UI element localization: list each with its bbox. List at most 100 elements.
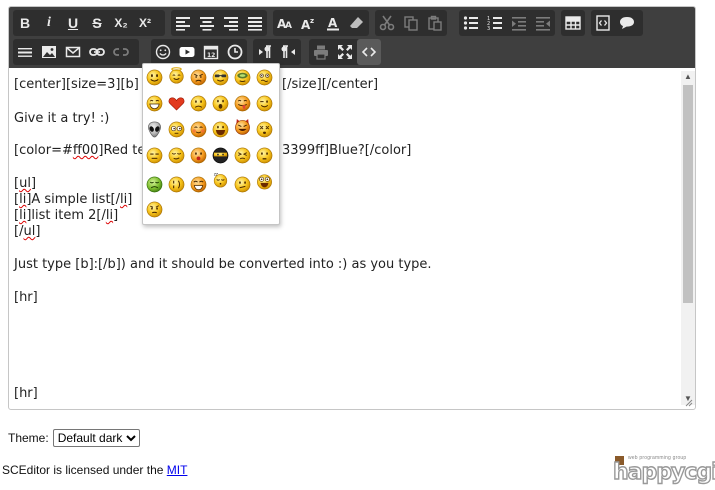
time-button[interactable] (223, 39, 247, 65)
emoticon-tongue-icon[interactable] (234, 95, 251, 112)
emoticon-silly-icon[interactable] (190, 176, 207, 193)
font-name-button[interactable]: AA (273, 10, 297, 36)
media-group: 12 (151, 39, 247, 65)
happycgi-logo: web programming group happycgi (612, 455, 715, 486)
superscript-button[interactable]: X² (133, 10, 157, 36)
indent-button[interactable] (507, 10, 531, 36)
remove-format-button[interactable] (345, 10, 369, 36)
font-color-button[interactable]: A (321, 10, 345, 36)
emoticon-pinch-icon[interactable] (234, 147, 251, 164)
emoticon-woot-icon[interactable] (256, 173, 273, 190)
alignment-group (171, 10, 267, 36)
ltr-button[interactable] (253, 39, 277, 65)
align-left-button[interactable] (171, 10, 195, 36)
emoticon-dropdown: zz (142, 63, 280, 225)
emoticon-happy-icon[interactable] (190, 147, 207, 164)
scrollbar-thumb[interactable] (683, 85, 693, 303)
maximize-button[interactable] (333, 39, 357, 65)
content-line-7: [/ul] (14, 224, 41, 239)
font-size-button[interactable]: Az (297, 10, 321, 36)
source-textarea[interactable]: [center][size=3][b] [/size][/center] Giv… (10, 69, 694, 407)
emoticon-heart-icon[interactable] (168, 95, 185, 112)
rtl-button[interactable] (277, 39, 301, 65)
font-color-icon: A (327, 16, 339, 31)
bullet-list-button[interactable] (459, 10, 483, 36)
emoticon-cheerful-icon[interactable] (212, 121, 229, 138)
underline-button[interactable]: U (61, 10, 85, 36)
theme-select[interactable]: Default dark (52, 429, 140, 447)
resize-grip-icon[interactable] (685, 399, 693, 407)
bold-button[interactable]: B (13, 10, 37, 36)
emoticon-getlost-icon[interactable] (168, 147, 185, 164)
date-button[interactable]: 12 (199, 39, 223, 65)
table-icon (565, 16, 581, 30)
emoticon-dizzy-icon[interactable] (256, 121, 273, 138)
source-mode-button[interactable] (357, 39, 381, 65)
email-icon (65, 46, 81, 58)
emoticon-pouty-icon[interactable] (256, 147, 273, 164)
emoticon-sick-icon[interactable] (146, 176, 163, 193)
image-button[interactable] (37, 39, 61, 65)
content-line-3: [color=#ff00]Red te (14, 143, 146, 158)
horizontal-rule-button[interactable] (13, 39, 37, 65)
emoticon-smile-icon[interactable] (146, 69, 163, 86)
paste-button[interactable] (423, 10, 447, 36)
table-group (561, 10, 585, 36)
emoticon-wassat-icon[interactable] (146, 201, 163, 218)
insert-group (13, 39, 139, 65)
email-button[interactable] (61, 39, 85, 65)
emoticon-ermm-icon[interactable] (146, 147, 163, 164)
copy-button[interactable] (399, 10, 423, 36)
emoticon-sad-icon[interactable] (190, 95, 207, 112)
superscript-icon: X² (139, 16, 151, 30)
print-button[interactable] (309, 39, 333, 65)
emoticon-alien-icon[interactable] (146, 121, 163, 138)
emoticon-sleeping-icon[interactable]: zz (212, 171, 229, 188)
emoticon-shocked-icon[interactable] (212, 95, 229, 112)
emoticon-angel-icon[interactable] (168, 67, 185, 84)
cut-button[interactable] (375, 10, 399, 36)
italic-button[interactable]: i (37, 10, 61, 36)
emoticon-button[interactable] (151, 39, 175, 65)
align-center-button[interactable] (195, 10, 219, 36)
align-right-button[interactable] (219, 10, 243, 36)
scroll-up-icon[interactable]: ▲ (681, 71, 695, 83)
quote-button[interactable] (615, 10, 639, 36)
emoticon-angry-icon[interactable] (190, 69, 207, 86)
youtube-icon (179, 47, 195, 57)
emoticon-blink-icon[interactable] (168, 121, 185, 138)
bold-icon: B (19, 15, 31, 31)
align-right-icon (224, 17, 238, 31)
content-line-8: Just type [b]:[/b]) and it should be con… (14, 257, 432, 272)
emoticon-cool-icon[interactable] (212, 69, 229, 86)
justify-button[interactable] (243, 10, 267, 36)
emoticon-sideways-icon[interactable] (168, 176, 185, 193)
svg-text:z: z (310, 17, 314, 25)
emoticon-confused-icon[interactable] (256, 69, 273, 86)
remove-format-icon (350, 17, 363, 28)
ordered-list-button[interactable]: 123 (483, 10, 507, 36)
table-button[interactable] (561, 10, 585, 36)
subscript-button[interactable]: X₂ (109, 10, 133, 36)
code-button[interactable] (591, 10, 615, 36)
paste-icon (428, 15, 442, 31)
strikethrough-button[interactable]: S (85, 10, 109, 36)
mit-link[interactable]: MIT (167, 463, 188, 477)
emoticon-ninja-icon[interactable] (212, 147, 229, 164)
emoticon-unsure-icon[interactable] (234, 176, 251, 193)
youtube-button[interactable] (175, 39, 199, 65)
unlink-button[interactable] (109, 39, 133, 65)
vertical-scrollbar[interactable]: ▲ ▼ (681, 71, 695, 405)
italic-icon: i (47, 15, 51, 30)
emoticon-devil-icon[interactable] (234, 118, 251, 135)
emoticon-wink-icon[interactable] (256, 95, 273, 112)
link-button[interactable] (85, 39, 109, 65)
outdent-button[interactable] (531, 10, 555, 36)
bullet-list-icon (463, 16, 478, 30)
emoticon-grin-icon[interactable] (146, 95, 163, 112)
emoticon-alien-face-icon[interactable] (234, 69, 251, 86)
horizontal-rule-icon (18, 48, 32, 57)
direction-group (253, 39, 301, 65)
emoticon-blush-icon[interactable] (190, 121, 207, 138)
underline-icon: U (67, 15, 79, 31)
